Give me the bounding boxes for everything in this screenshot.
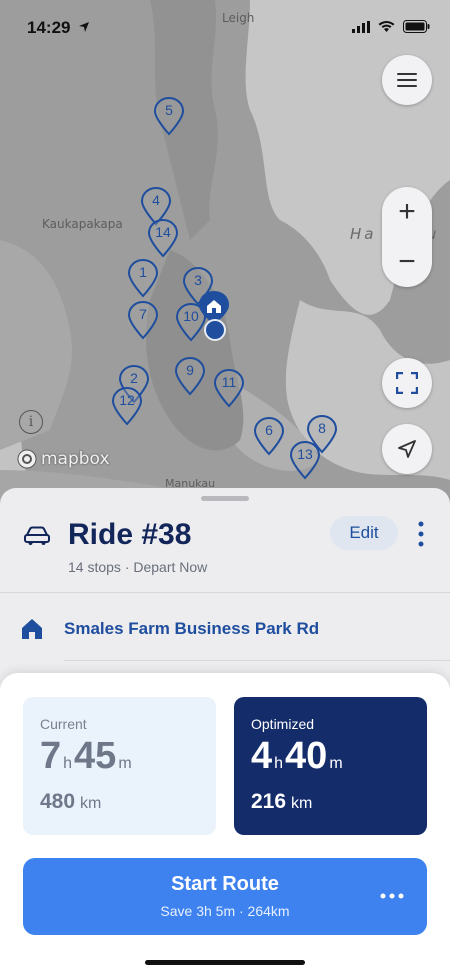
mapbox-label: mapbox xyxy=(41,449,110,469)
stop-pin-number: 13 xyxy=(297,446,313,462)
stop-pin-9[interactable]: 9 xyxy=(174,356,206,398)
optimized-hours-unit: h xyxy=(274,755,284,772)
hamburger-icon xyxy=(397,73,417,87)
stop-pin-number: 9 xyxy=(186,362,194,378)
stop-pin-number: 14 xyxy=(155,224,171,240)
cellular-signal-icon xyxy=(352,20,370,33)
stop-pin-14[interactable]: 14 xyxy=(147,218,179,260)
start-location-label[interactable]: Smales Farm Business Park Rd xyxy=(64,619,319,639)
recenter-button[interactable] xyxy=(382,424,432,474)
optimized-hours: 4 xyxy=(251,735,273,777)
optimized-distance-unit: km xyxy=(291,795,313,812)
stop-pin-number: 6 xyxy=(265,422,273,438)
stop-pin-number: 2 xyxy=(130,370,138,386)
optimized-duration: 4 h 40 m xyxy=(251,735,345,778)
fit-bounds-button[interactable] xyxy=(382,358,432,408)
zoom-controls: + − xyxy=(382,187,432,287)
stop-pin-number: 7 xyxy=(139,306,147,322)
optimized-label: Optimized xyxy=(251,716,315,732)
current-location-dot xyxy=(204,319,226,341)
divider xyxy=(0,592,450,593)
zoom-in-button[interactable]: + xyxy=(382,187,432,237)
start-route-label: Start Route xyxy=(171,873,279,895)
map-view[interactable]: Leigh Kaukapakapa Ha u G u Manukau 14:29 xyxy=(0,0,450,560)
mapbox-logo-icon xyxy=(17,449,37,469)
current-route-card[interactable]: Current 7 h 45 m 480 km xyxy=(23,697,216,835)
stop-pin-number: 3 xyxy=(194,272,202,288)
stop-pin-5[interactable]: 5 xyxy=(153,96,185,138)
stop-pin-6[interactable]: 6 xyxy=(253,416,285,458)
current-hours-unit: h xyxy=(63,755,73,772)
stop-pin-1[interactable]: 1 xyxy=(127,258,159,300)
optimized-route-card[interactable]: Optimized 4 h 40 m 216 km xyxy=(234,697,427,835)
navigation-arrow-icon xyxy=(398,440,416,458)
status-time: 14:29 xyxy=(27,18,90,38)
start-route-savings: Save 3h 5m · 264km xyxy=(160,903,290,919)
expand-icon xyxy=(396,372,418,394)
stop-pin-11[interactable]: 11 xyxy=(213,368,245,410)
location-arrow-icon xyxy=(79,22,90,32)
stop-pin-number: 5 xyxy=(165,102,173,118)
current-minutes-unit: m xyxy=(118,755,132,772)
stop-pin-number: 1 xyxy=(139,264,147,280)
more-horizontal-icon[interactable] xyxy=(379,888,405,904)
status-time-text: 14:29 xyxy=(27,18,71,37)
optimized-distance: 216 km xyxy=(251,790,312,814)
stop-pin-number: 4 xyxy=(152,192,160,208)
more-vertical-icon[interactable] xyxy=(414,521,428,547)
map-label-kaukapakapa: Kaukapakapa xyxy=(42,217,123,231)
car-icon xyxy=(24,526,50,545)
ride-subtitle: 14 stops · Depart Now xyxy=(68,559,208,575)
home-indicator xyxy=(145,960,305,965)
battery-icon xyxy=(403,20,430,33)
status-icons xyxy=(352,20,430,33)
mapbox-attribution[interactable]: mapbox xyxy=(17,449,110,469)
stop-pin-7[interactable]: 7 xyxy=(127,300,159,342)
current-duration: 7 h 45 m xyxy=(40,735,134,778)
current-label: Current xyxy=(40,716,87,732)
info-icon[interactable]: i xyxy=(19,410,43,434)
stop-pin-number: 8 xyxy=(318,420,326,436)
home-icon xyxy=(22,619,42,639)
stop-pin-number: 12 xyxy=(119,392,135,408)
sheet-drag-handle[interactable] xyxy=(201,496,249,501)
optimized-minutes-unit: m xyxy=(329,755,343,772)
edit-button[interactable]: Edit xyxy=(330,516,398,550)
stop-pin-12[interactable]: 12 xyxy=(111,386,143,428)
stop-pin-13[interactable]: 13 xyxy=(289,440,321,482)
optimized-distance-value: 216 xyxy=(251,790,287,813)
current-distance: 480 km xyxy=(40,790,101,814)
current-minutes: 45 xyxy=(74,735,117,777)
optimized-minutes: 40 xyxy=(285,735,328,777)
stop-pin-number: 11 xyxy=(221,374,237,390)
current-distance-unit: km xyxy=(80,795,102,812)
menu-button[interactable] xyxy=(382,55,432,105)
status-bar: 14:29 xyxy=(0,0,450,56)
current-hours: 7 xyxy=(40,735,62,777)
ride-title: Ride #38 xyxy=(68,518,192,551)
zoom-out-button[interactable]: − xyxy=(382,237,432,287)
optimization-panel: Current 7 h 45 m 480 km Optimized 4 h 40… xyxy=(0,673,450,974)
wifi-icon xyxy=(378,20,395,32)
current-distance-value: 480 xyxy=(40,790,76,813)
start-route-button[interactable]: Start Route Save 3h 5m · 264km xyxy=(23,858,427,935)
divider xyxy=(64,660,450,661)
